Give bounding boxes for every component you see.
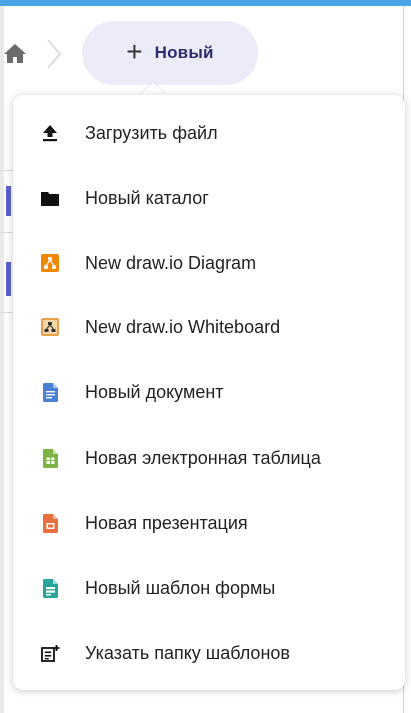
menu-item-label: Указать папку шаблонов bbox=[85, 642, 290, 663]
menu-item-new-spreadsheet[interactable]: Новая электронная таблица bbox=[13, 426, 405, 490]
home-icon[interactable] bbox=[3, 42, 27, 64]
new-button[interactable]: + Новый bbox=[82, 21, 258, 85]
spreadsheet-icon bbox=[40, 448, 60, 468]
left-sidebar-edge bbox=[0, 6, 4, 713]
drawio-whiteboard-icon bbox=[40, 317, 60, 337]
menu-item-label: Новая презентация bbox=[85, 512, 248, 533]
menu-item-new-drawio-diagram[interactable]: New draw.io Diagram bbox=[13, 231, 405, 295]
menu-item-new-folder[interactable]: Новый каталог bbox=[13, 166, 405, 230]
menu-item-upload-file[interactable]: Загрузить файл bbox=[13, 101, 405, 165]
menu-item-label: Новый шаблон формы bbox=[85, 577, 276, 598]
presentation-icon bbox=[40, 513, 60, 533]
menu-item-new-document[interactable]: Новый документ bbox=[13, 360, 405, 424]
menu-item-label: Новая электронная таблица bbox=[85, 447, 321, 468]
menu-item-label: Новый документ bbox=[85, 381, 224, 402]
upload-icon bbox=[40, 123, 60, 143]
menu-item-label: New draw.io Whiteboard bbox=[85, 316, 281, 337]
list-row-divider bbox=[0, 232, 14, 233]
list-row-selection-marker bbox=[6, 186, 11, 216]
list-row-divider bbox=[0, 170, 14, 171]
menu-item-new-presentation[interactable]: Новая презентация bbox=[13, 491, 405, 555]
list-row-divider bbox=[0, 312, 14, 313]
list-row-selection-marker bbox=[6, 262, 11, 296]
right-gutter bbox=[404, 6, 411, 713]
drawio-diagram-icon bbox=[40, 253, 60, 273]
top-accent-strip bbox=[0, 0, 411, 6]
menu-item-new-form-template[interactable]: Новый шаблон формы bbox=[13, 556, 405, 620]
template-folder-icon bbox=[40, 643, 60, 663]
menu-item-label: Новый каталог bbox=[85, 187, 209, 208]
menu-item-new-drawio-whiteboard[interactable]: New draw.io Whiteboard bbox=[13, 295, 405, 359]
plus-icon: + bbox=[126, 35, 143, 67]
menu-item-label: Загрузить файл bbox=[85, 122, 218, 143]
folder-icon bbox=[40, 188, 60, 208]
new-item-dropdown: Загрузить файл Новый каталог New draw.io… bbox=[13, 82, 405, 690]
breadcrumb-separator-icon bbox=[44, 38, 64, 70]
document-icon bbox=[40, 382, 60, 402]
menu-item-set-templates-folder[interactable]: Указать папку шаблонов bbox=[13, 621, 405, 685]
new-button-label: Новый bbox=[154, 43, 214, 62]
menu-item-label: New draw.io Diagram bbox=[85, 252, 257, 273]
form-template-icon bbox=[40, 578, 60, 598]
new-item-menu: Загрузить файл Новый каталог New draw.io… bbox=[13, 95, 405, 690]
